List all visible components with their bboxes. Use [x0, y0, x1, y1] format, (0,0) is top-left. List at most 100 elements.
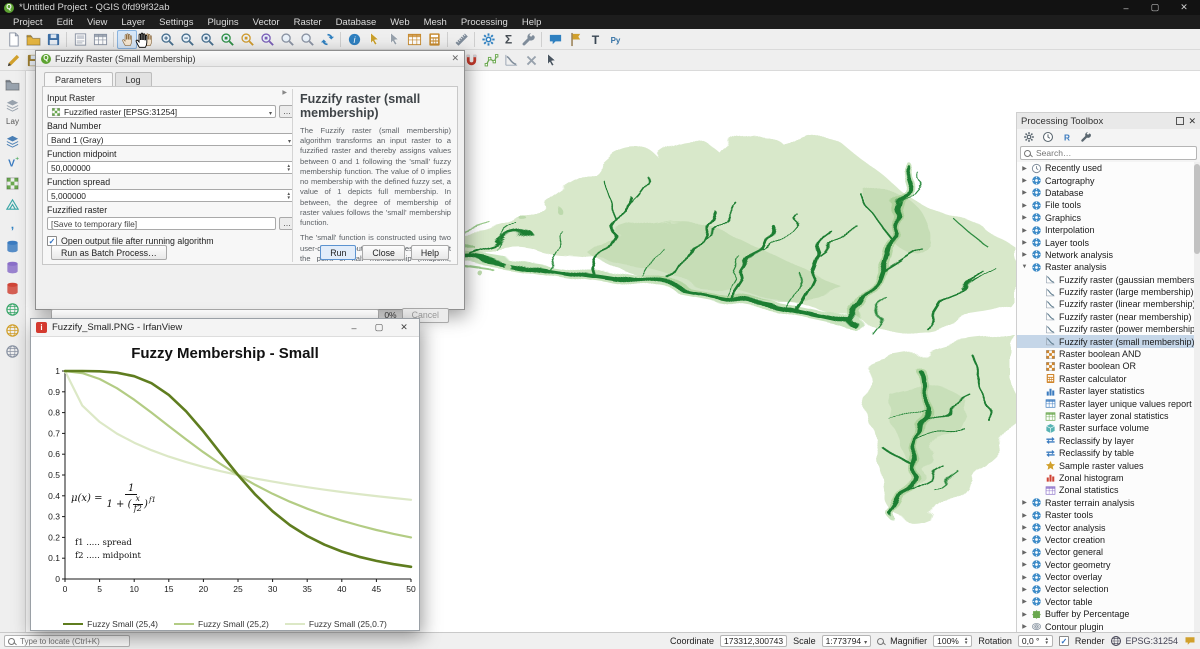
save-project-button[interactable]: ▾ — [43, 30, 63, 49]
toolbar-button[interactable]: ▾ — [63, 30, 70, 49]
toolbox-item[interactable]: ▶ Vector selection — [1017, 583, 1200, 595]
expand-chevron-icon[interactable]: ▶ — [1021, 239, 1028, 246]
spin-arrows-icon[interactable]: ▲▼ — [1044, 637, 1048, 645]
toolbox-item[interactable]: ▶ Buffer by Percentage — [1017, 608, 1200, 620]
expand-chevron-icon[interactable]: ▶ — [1021, 524, 1028, 531]
toolbox-item[interactable]: ▶ Vector analysis — [1017, 521, 1200, 533]
spin-arrows-icon[interactable]: ▲▼ — [964, 637, 968, 645]
iv-close-button[interactable] — [394, 320, 414, 335]
coordinate-value[interactable]: 173312,300743 — [720, 635, 787, 647]
options-button[interactable] — [1077, 130, 1094, 145]
expand-chevron-icon[interactable]: ▼ — [1021, 264, 1028, 270]
toolbox-item[interactable]: ▶ Raster tools — [1017, 509, 1200, 521]
python-console-button[interactable]: ▾ — [605, 30, 625, 49]
pan-map-button[interactable]: ▾ — [117, 30, 137, 49]
toolbar-button[interactable]: ▾ — [444, 30, 451, 49]
add-mesh-layer-button[interactable] — [3, 195, 23, 213]
close-dialog-button[interactable]: Close — [362, 245, 405, 260]
toolbox-search-box[interactable] — [1020, 146, 1197, 160]
expand-chevron-icon[interactable]: ▶ — [1021, 574, 1028, 581]
search-input[interactable] — [1034, 147, 1193, 159]
add-oracle-layer-button[interactable] — [3, 279, 23, 297]
expand-chevron-icon[interactable]: ▶ — [1021, 561, 1028, 568]
menu-item[interactable]: Project — [6, 15, 50, 29]
layers-panel-button[interactable] — [3, 96, 23, 114]
menu-item[interactable]: Web — [383, 15, 416, 29]
models-button[interactable] — [1020, 130, 1037, 145]
expand-chevron-icon[interactable]: ▶ — [1021, 214, 1028, 221]
toolbox-item[interactable]: ▶ Recently used — [1017, 162, 1200, 174]
toolbox-item[interactable]: Raster layer zonal statistics — [1017, 410, 1200, 422]
maximize-button[interactable] — [1143, 0, 1167, 15]
zoom-last-button[interactable]: ▾ — [277, 30, 297, 49]
expand-chevron-icon[interactable]: ▶ — [1021, 227, 1028, 234]
add-postgis-layer-button[interactable] — [3, 237, 23, 255]
expand-chevron-icon[interactable]: ▶ — [1021, 623, 1028, 630]
expand-chevron-icon[interactable]: ▶ — [1021, 586, 1028, 593]
expand-chevron-icon[interactable]: ▶ — [1021, 189, 1028, 196]
rotation-spinbox[interactable]: 0,0 °▲▼ — [1018, 635, 1053, 647]
history-button[interactable] — [1039, 130, 1056, 145]
toolbox-item[interactable]: ▶ Layer tools — [1017, 236, 1200, 248]
toolbox-item[interactable]: Fuzzify raster (gaussian membership) — [1017, 274, 1200, 286]
menu-item[interactable]: Mesh — [417, 15, 454, 29]
toolbox-item[interactable]: ▶ Vector general — [1017, 546, 1200, 558]
toolbox-item[interactable]: Fuzzify raster (power membership) — [1017, 323, 1200, 335]
expand-chevron-icon[interactable]: ▶ — [1021, 549, 1028, 556]
data-source-manager-button[interactable] — [3, 132, 23, 150]
toolbox-item[interactable]: ▶ Graphics — [1017, 212, 1200, 224]
browser-panel-button[interactable] — [3, 75, 23, 93]
field-calculator-button[interactable]: ▾ — [424, 30, 444, 49]
locate-box[interactable] — [4, 635, 130, 647]
toolbox-item[interactable]: Raster boolean AND — [1017, 348, 1200, 360]
add-wms-layer-button[interactable] — [3, 300, 23, 318]
tracing-button[interactable]: ▾ — [501, 51, 521, 70]
float-panel-icon[interactable] — [1176, 117, 1184, 125]
deselect-features-button[interactable]: ▾ — [384, 30, 404, 49]
messages-icon[interactable] — [1184, 635, 1196, 647]
zoom-to-layer-button[interactable]: ▾ — [257, 30, 277, 49]
zoom-in-button[interactable]: ▾ — [157, 30, 177, 49]
zoom-to-selection-button[interactable]: ▾ — [237, 30, 257, 49]
add-delimited-text-button[interactable] — [3, 216, 23, 234]
toolbox-item[interactable]: ▶ Vector creation — [1017, 534, 1200, 546]
toolbox-item[interactable]: Raster layer unique values report — [1017, 397, 1200, 409]
zoom-next-button[interactable]: ▾ — [297, 30, 317, 49]
crs-button[interactable]: EPSG:31254 — [1110, 635, 1178, 647]
clear-edits-button[interactable]: ▾ — [521, 51, 541, 70]
expand-chevron-icon[interactable]: ▶ — [1021, 512, 1028, 519]
toolbox-item[interactable]: ▶ File tools — [1017, 199, 1200, 211]
scale-combo[interactable]: 1:773794 — [822, 635, 871, 647]
expand-chevron-icon[interactable]: ▶ — [1021, 177, 1028, 184]
dialog-close-icon[interactable]: ✕ — [451, 53, 459, 64]
toolbox-item[interactable]: ▶ Raster terrain analysis — [1017, 497, 1200, 509]
menu-item[interactable]: Help — [515, 15, 549, 29]
new-print-layout-button[interactable]: ▾ — [70, 30, 90, 49]
zoom-full-button[interactable]: ▾ — [217, 30, 237, 49]
expand-chevron-icon[interactable]: ▶ — [1021, 165, 1028, 172]
output-path-field[interactable]: [Save to temporary file] — [47, 217, 276, 230]
run-button[interactable]: Run — [320, 245, 356, 260]
toolbox-item[interactable]: Raster layer statistics — [1017, 385, 1200, 397]
toolbox-item[interactable]: ▶ Database — [1017, 187, 1200, 199]
help-button[interactable]: Help — [411, 245, 449, 260]
zoom-native-button[interactable]: ▾ — [197, 30, 217, 49]
menu-item[interactable]: Raster — [287, 15, 329, 29]
toolbox-item[interactable]: Fuzzify raster (linear membership) — [1017, 298, 1200, 310]
add-wfs-layer-button[interactable] — [3, 321, 23, 339]
toolbar-button[interactable]: ▾ — [110, 30, 117, 49]
pan-to-selection-button[interactable]: ▾ — [137, 30, 157, 49]
tree-scrollbar[interactable] — [1194, 162, 1200, 632]
menu-item[interactable]: Layer — [114, 15, 152, 29]
expand-chevron-icon[interactable]: ▶ — [1021, 202, 1028, 209]
render-checkbox[interactable] — [1059, 636, 1069, 646]
select-tool-button[interactable]: ▾ — [541, 51, 561, 70]
expand-chevron-icon[interactable]: ▶ — [1021, 251, 1028, 258]
toolbox-item[interactable]: ▶ Network analysis — [1017, 249, 1200, 261]
menu-item[interactable]: Edit — [50, 15, 80, 29]
iv-maximize-button[interactable] — [369, 320, 389, 335]
midpoint-spinbox[interactable]: 50,000000 ▲▼ — [47, 161, 295, 174]
text-annotation-button[interactable]: ▾ — [585, 30, 605, 49]
toolbox-item[interactable]: ▼ Raster analysis — [1017, 261, 1200, 273]
statistics-panel-button[interactable]: ▾ — [498, 30, 518, 49]
